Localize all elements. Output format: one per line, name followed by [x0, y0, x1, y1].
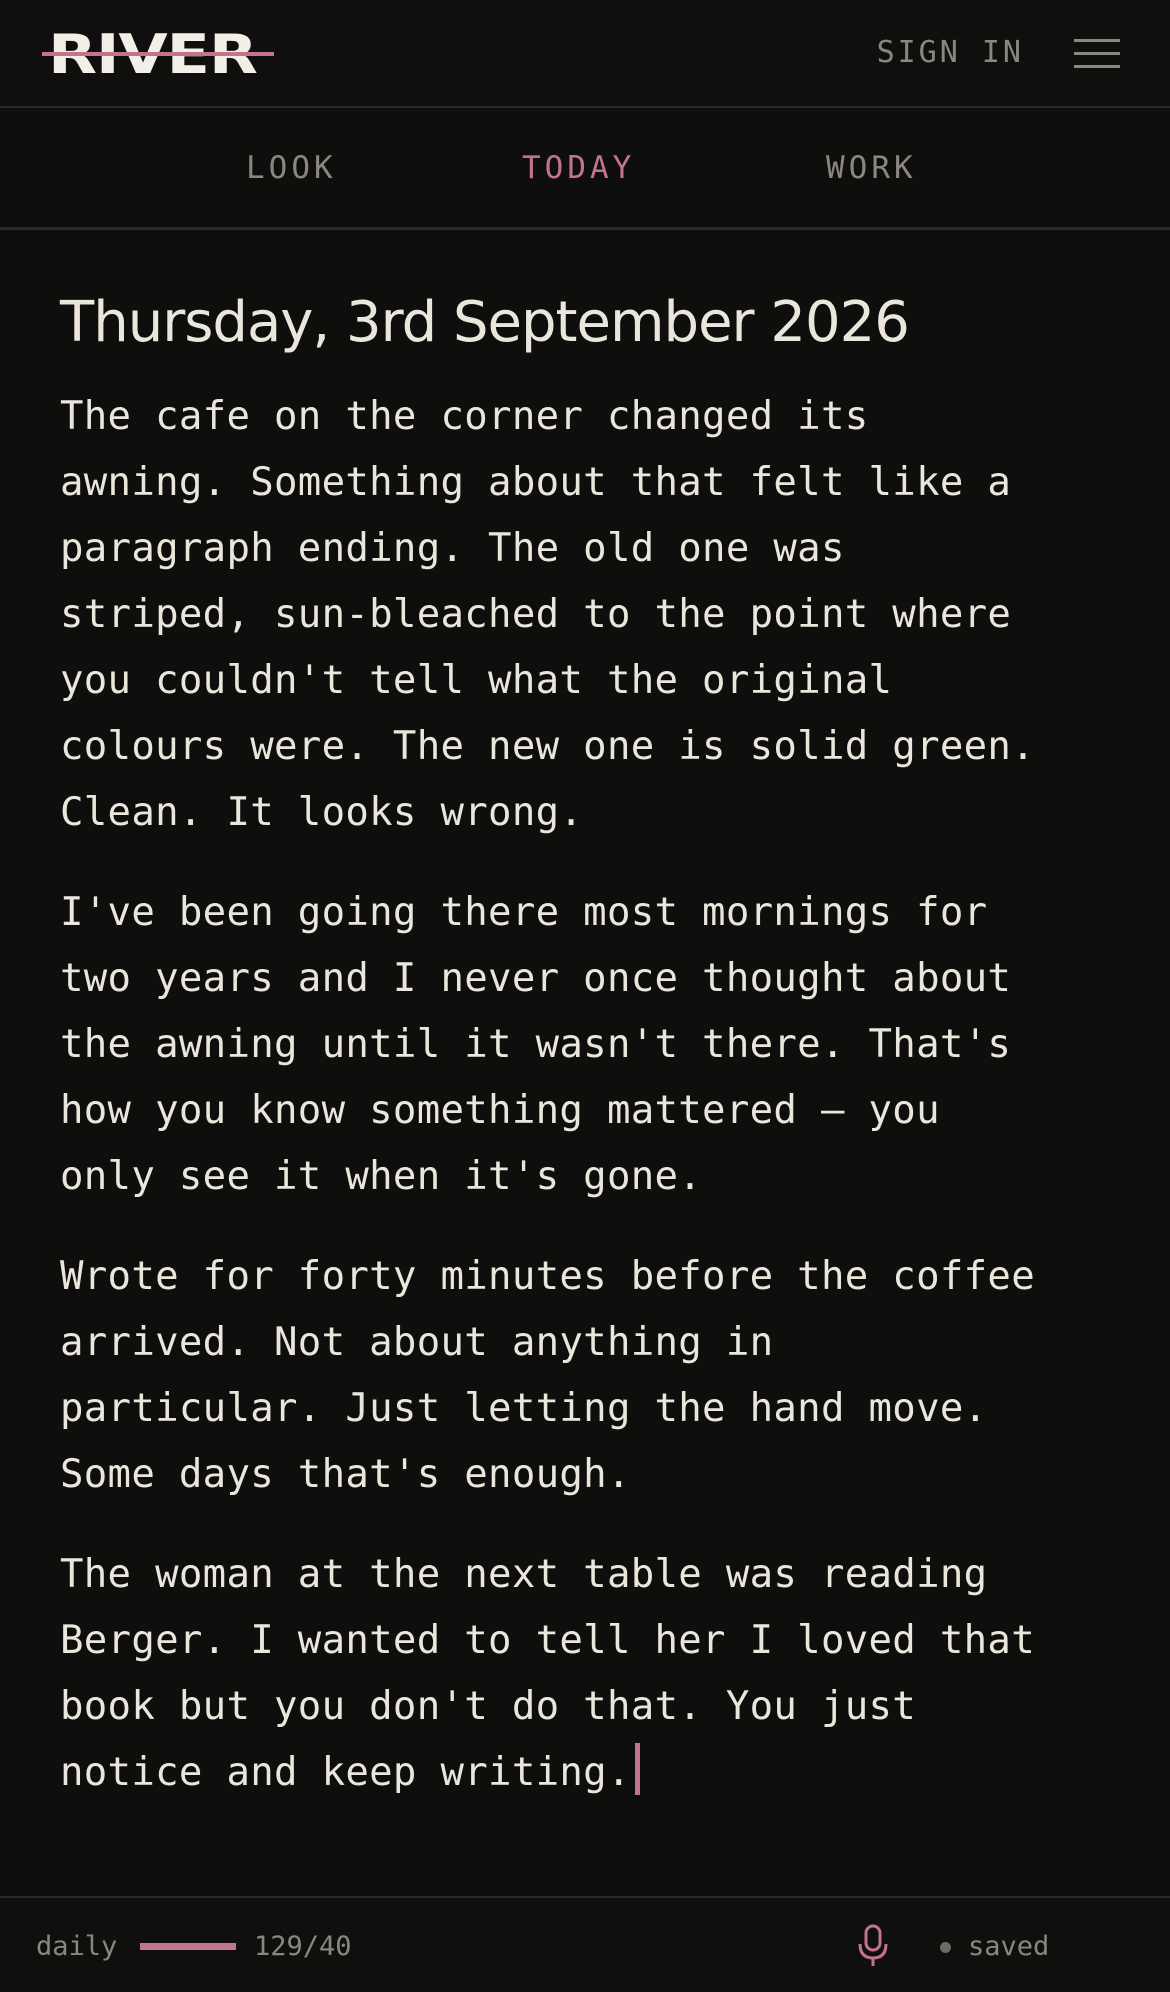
save-status: saved	[968, 1931, 1050, 1962]
logo-strike-line	[42, 52, 274, 56]
tab-today[interactable]: TODAY	[522, 148, 635, 188]
section-tabs: LOOK TODAY WORK	[0, 110, 1170, 230]
sign-in-link[interactable]: SIGN IN	[877, 32, 1024, 74]
river-logo[interactable]: RIVER	[42, 22, 274, 86]
word-count: 129/40	[254, 1931, 352, 1962]
entry-editor[interactable]: The cafe on the corner changed its awnin…	[60, 384, 1130, 1840]
app-header: RIVER SIGN IN	[0, 0, 1170, 108]
entry-date-heading: Thursday, 3rd September 2026	[60, 290, 910, 355]
hamburger-menu-icon[interactable]	[1074, 36, 1120, 72]
tab-work[interactable]: WORK	[826, 148, 917, 188]
entry-paragraph-last[interactable]: The woman at the next table was reading …	[60, 1542, 1130, 1806]
entry-paragraph[interactable]: Wrote for forty minutes before the coffe…	[60, 1244, 1130, 1508]
word-goal-progress	[140, 1943, 236, 1950]
entry-paragraph[interactable]: The cafe on the corner changed its awnin…	[60, 384, 1130, 846]
word-goal-progress-fill	[140, 1943, 236, 1950]
entry-paragraph[interactable]: I've been going there most mornings for …	[60, 880, 1130, 1210]
entry-paragraph-text: The woman at the next table was reading …	[60, 1552, 1035, 1795]
status-bar: daily 129/40 saved	[0, 1896, 1170, 1992]
goal-mode-label: daily	[36, 1931, 118, 1962]
tab-look[interactable]: LOOK	[246, 148, 337, 188]
text-cursor	[634, 1743, 640, 1795]
save-status-dot	[940, 1942, 951, 1953]
microphone-icon[interactable]	[856, 1924, 890, 1968]
